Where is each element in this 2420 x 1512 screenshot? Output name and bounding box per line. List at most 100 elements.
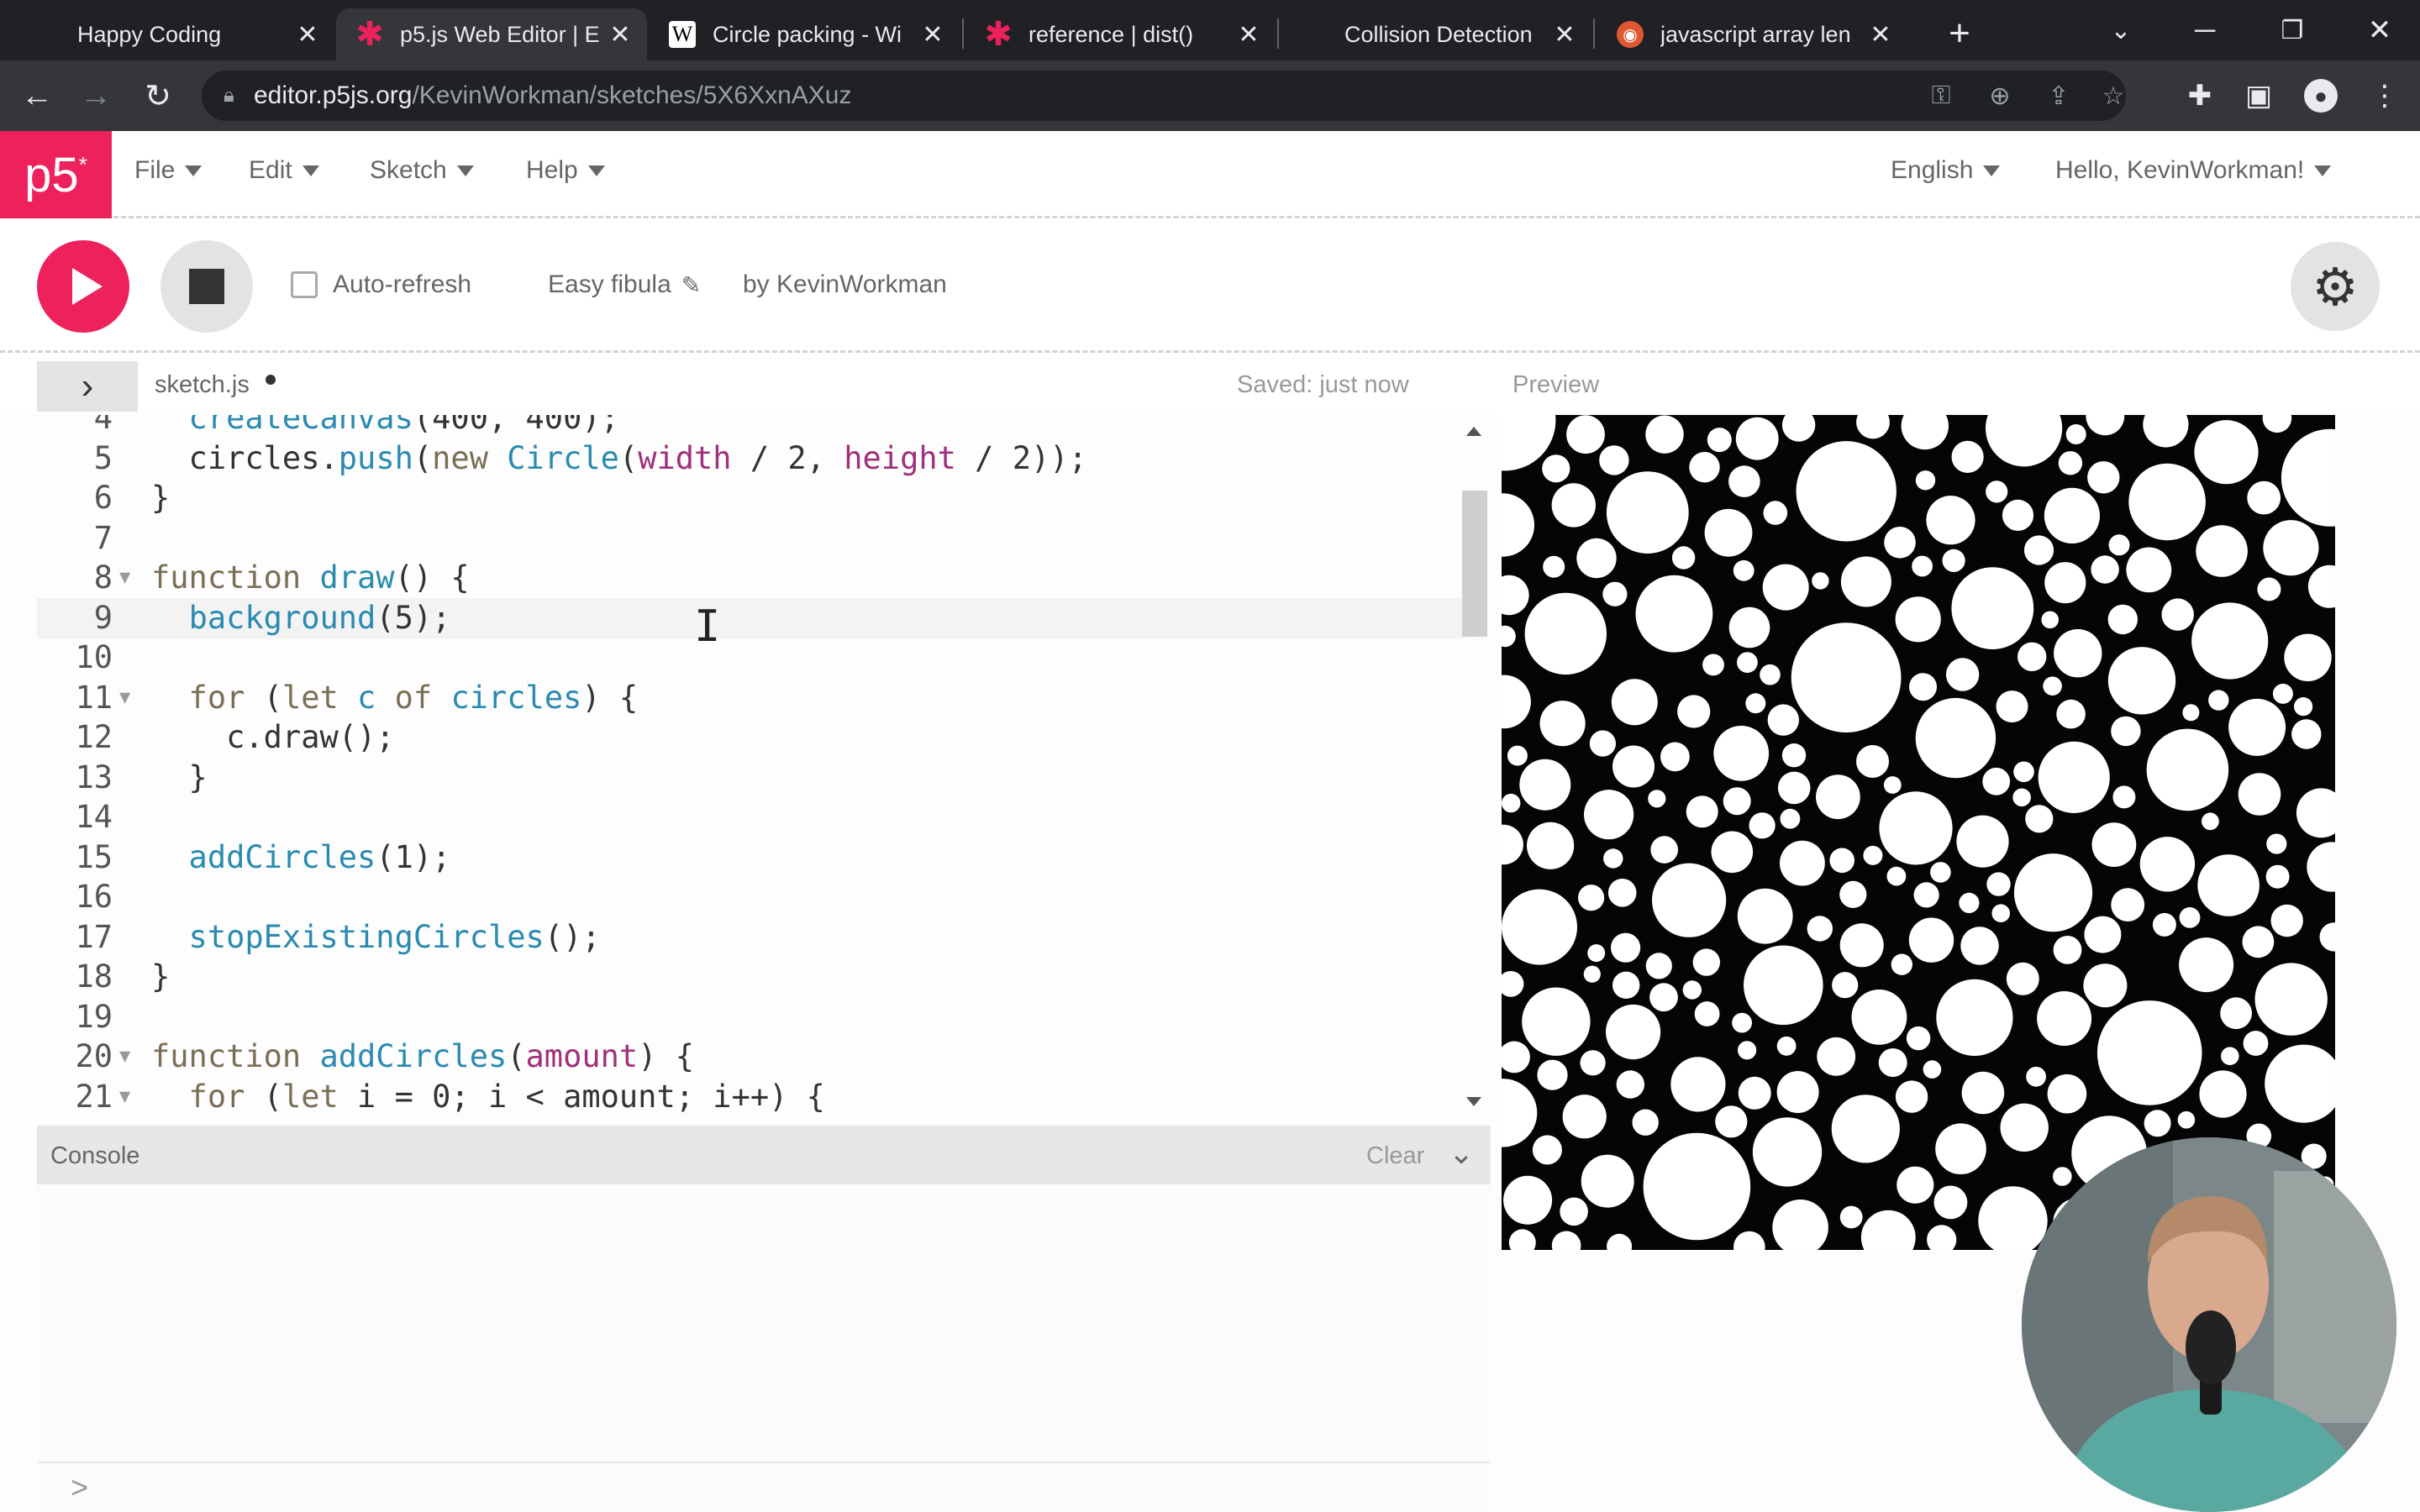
chevron-down-icon[interactable]: ⌄ — [1449, 1136, 1474, 1171]
code-line[interactable]: 9 background(5); — [37, 597, 1465, 638]
menu-help[interactable]: Help — [526, 156, 605, 185]
packed-circle — [1763, 501, 1788, 525]
packed-circle — [2254, 963, 2328, 1036]
kebab-menu-icon[interactable]: ⋮ — [2363, 74, 2407, 118]
packed-circle — [1883, 776, 1902, 794]
code-line[interactable]: 10 — [37, 638, 1465, 678]
menu-edit[interactable]: Edit — [249, 156, 319, 185]
reload-icon[interactable]: ↻ — [134, 72, 182, 119]
code-line[interactable]: 14 — [37, 797, 1465, 837]
settings-gear-icon[interactable]: ⚙ — [2291, 242, 2380, 331]
code-line[interactable]: 6} — [37, 478, 1465, 518]
fold-arrow-icon[interactable]: ▼ — [119, 678, 130, 718]
line-number: 21 — [75, 1078, 113, 1113]
share-icon[interactable]: ⇪ — [2042, 79, 2075, 113]
line-number: 5 — [93, 439, 113, 476]
bookmark-star-icon[interactable]: ☆ — [2096, 79, 2130, 113]
new-tab-plus-icon[interactable]: + — [1938, 12, 1981, 55]
console-clear-button[interactable]: Clear — [1366, 1142, 1424, 1170]
pencil-icon[interactable]: ✎ — [681, 271, 701, 299]
close-icon[interactable]: ✕ — [1864, 18, 1897, 51]
browser-tab[interactable]: ◉ javascript array len ✕ — [1597, 8, 1907, 60]
code-line[interactable]: 8 ▼ function draw() { — [37, 558, 1465, 598]
code-line[interactable]: 19 — [37, 997, 1465, 1037]
console-input[interactable]: > — [37, 1462, 1491, 1512]
address-bar[interactable]: 🔒︎ editor.p5js.org/KevinWorkman/sketches… — [202, 71, 2126, 121]
language-menu[interactable]: English — [1891, 156, 2001, 185]
profile-avatar-icon[interactable]: ● — [2304, 79, 2338, 113]
minimize-icon[interactable]: ─ — [2181, 7, 2228, 54]
packed-circle — [1502, 675, 1531, 729]
code-line[interactable]: 20 ▼ function addCircles(amount) { — [37, 1037, 1465, 1077]
code-line[interactable]: 18} — [37, 957, 1465, 997]
p5-nav-bar: p5 * File Edit Sketch Help English Hello,… — [0, 131, 2420, 218]
browser-tab[interactable]: Collision Detection ✕ — [1281, 8, 1591, 60]
packed-circle — [2199, 1070, 2247, 1118]
packed-circle — [1737, 888, 1793, 944]
sidebar-toggle-chevron-icon[interactable]: › — [37, 361, 138, 412]
close-icon[interactable]: ✕ — [1548, 18, 1581, 51]
packed-circle — [1909, 673, 1937, 701]
fold-arrow-icon[interactable]: ▼ — [119, 1077, 130, 1113]
code-text: } — [151, 759, 208, 795]
sketch-preview-canvas[interactable] — [1502, 415, 2335, 1250]
code-text: for (let c of circles) { — [151, 679, 639, 716]
fold-arrow-icon[interactable]: ▼ — [119, 558, 130, 598]
packed-circle — [2023, 535, 2054, 565]
user-menu[interactable]: Hello, KevinWorkman! — [2055, 156, 2332, 185]
circle-packing-drawing — [1502, 415, 2335, 1250]
file-tab-row: › sketch.js Saved: just now Preview — [0, 353, 2420, 415]
browser-tab[interactable]: W Circle packing - Wi ✕ — [649, 8, 960, 60]
side-panel-icon[interactable]: ▣ — [2237, 74, 2281, 118]
code-line[interactable]: 17 stopExistingCircles(); — [37, 917, 1465, 958]
window-close-icon[interactable]: ✕ — [2356, 7, 2403, 54]
sketch-name[interactable]: Easy fibula ✎ — [548, 270, 701, 299]
code-line[interactable]: 5 circles.push(new Circle(width / 2, hei… — [37, 438, 1465, 479]
editor-scroll-thumb[interactable] — [1462, 491, 1487, 637]
code-line[interactable]: 13 } — [37, 758, 1465, 798]
code-line[interactable]: 21 ▼ for (let i = 0; i < amount; i++) { — [37, 1077, 1465, 1113]
code-line[interactable]: 16 — [37, 877, 1465, 917]
play-button[interactable] — [37, 240, 129, 333]
zoom-icon[interactable]: ⊕ — [1983, 79, 2017, 113]
close-icon[interactable]: ✕ — [291, 18, 324, 51]
packed-circle — [1891, 953, 1912, 975]
code-line[interactable]: 7 — [37, 518, 1465, 559]
browser-tab[interactable]: ✱ reference | dist() ✕ — [965, 8, 1276, 60]
packed-circle — [1522, 987, 1591, 1056]
packed-circle — [2319, 922, 2335, 952]
browser-tab-active[interactable]: ✱ p5.js Web Editor | E ✕ — [336, 8, 647, 60]
wikipedia-icon: W — [669, 21, 696, 48]
extensions-puzzle-icon[interactable]: ✚ — [2178, 74, 2222, 118]
close-icon[interactable]: ✕ — [1232, 18, 1265, 51]
code-line[interactable]: 4 createCanvas(400, 400); — [37, 415, 1465, 438]
file-tab-name[interactable]: sketch.js — [155, 371, 250, 399]
packed-circle — [1777, 771, 1811, 805]
packed-circle — [1956, 815, 2009, 868]
browser-tab[interactable]: Happy Coding ✕ — [57, 8, 334, 60]
p5-logo[interactable]: p5 * — [0, 131, 112, 218]
restore-icon[interactable]: ❐ — [2269, 7, 2316, 54]
auto-refresh-toggle[interactable]: Auto-refresh — [291, 270, 471, 299]
tab-search-chevron-icon[interactable]: ⌄ — [2097, 7, 2144, 54]
code-editor[interactable]: 4 createCanvas(400, 400); 5 circles.push(… — [37, 415, 1491, 1112]
code-line[interactable]: 12 c.draw(); — [37, 717, 1465, 758]
menu-sketch[interactable]: Sketch — [370, 156, 474, 185]
code-line[interactable]: 11 ▼ for (let c of circles) { — [37, 678, 1465, 718]
scroll-up-arrow-icon[interactable] — [1466, 427, 1481, 436]
close-icon[interactable]: ✕ — [603, 18, 637, 51]
packed-circle — [1913, 882, 1939, 908]
key-icon[interactable]: ⚿ — [1924, 79, 1958, 113]
fold-arrow-icon[interactable]: ▼ — [119, 1037, 130, 1077]
stop-button[interactable] — [160, 240, 253, 333]
packed-circle — [1733, 1231, 1765, 1250]
back-arrow-icon[interactable]: ← — [13, 72, 60, 119]
code-line[interactable]: 15 addCircles(1); — [37, 837, 1465, 878]
close-icon[interactable]: ✕ — [916, 18, 950, 51]
forward-arrow-icon[interactable]: → — [72, 72, 119, 119]
scroll-down-arrow-icon[interactable] — [1466, 1097, 1481, 1106]
auto-refresh-checkbox[interactable] — [291, 271, 318, 298]
menu-file[interactable]: File — [134, 156, 203, 185]
code-text: addCircles(1); — [151, 838, 451, 875]
packed-circle — [2228, 698, 2286, 756]
